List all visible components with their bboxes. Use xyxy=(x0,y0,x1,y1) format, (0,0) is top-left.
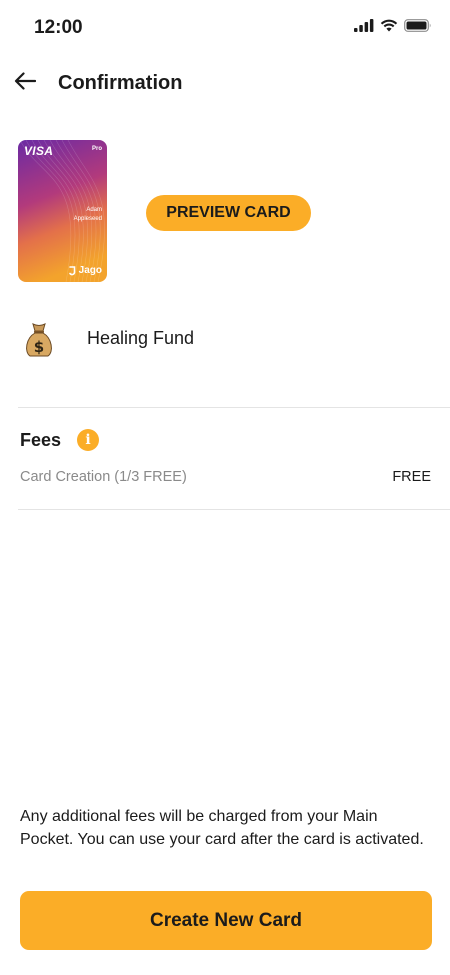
card-tier: Pro xyxy=(91,146,102,152)
money-bag-icon: $ xyxy=(24,322,54,358)
fee-notice: Any additional fees will be charged from… xyxy=(20,808,424,848)
card-brand-name: Jago xyxy=(78,265,102,276)
preview-card-button[interactable]: PREVIEW CARD xyxy=(146,195,311,231)
confirmation-screen: 12:00 Confirmation VISA Pro Adam Applese… xyxy=(0,0,450,975)
battery-icon xyxy=(404,19,432,37)
card-brand: Jago xyxy=(68,265,102,276)
fee-label: Card Creation (1/3 FREE) xyxy=(20,469,187,485)
svg-text:$: $ xyxy=(34,338,44,356)
fee-value: FREE xyxy=(392,469,431,485)
card-preview-image: VISA Pro Adam Appleseed Jago xyxy=(18,140,107,282)
fees-title: Fees xyxy=(20,430,62,450)
jago-logo-icon xyxy=(68,265,76,276)
back-button[interactable] xyxy=(10,68,40,98)
wifi-icon xyxy=(380,19,398,37)
header: Confirmation xyxy=(0,60,450,106)
card-holder-last: Appleseed xyxy=(73,216,102,222)
card-holder: Adam Appleseed xyxy=(42,206,102,224)
cellular-signal-icon xyxy=(354,19,374,37)
divider xyxy=(18,509,450,510)
create-new-card-button[interactable]: Create New Card xyxy=(20,891,432,950)
card-network-logo: VISA xyxy=(24,144,54,158)
card-holder-first: Adam xyxy=(86,207,102,213)
page-title: Confirmation xyxy=(58,72,183,94)
arrow-left-icon xyxy=(14,71,37,95)
status-bar: 12:00 xyxy=(0,0,450,56)
status-time: 12:00 xyxy=(34,17,83,38)
info-icon[interactable]: i xyxy=(77,429,99,451)
pocket-row: $ Healing Fund xyxy=(20,318,430,362)
status-icons xyxy=(354,19,432,37)
divider xyxy=(18,407,450,408)
pocket-name: Healing Fund xyxy=(87,328,195,348)
